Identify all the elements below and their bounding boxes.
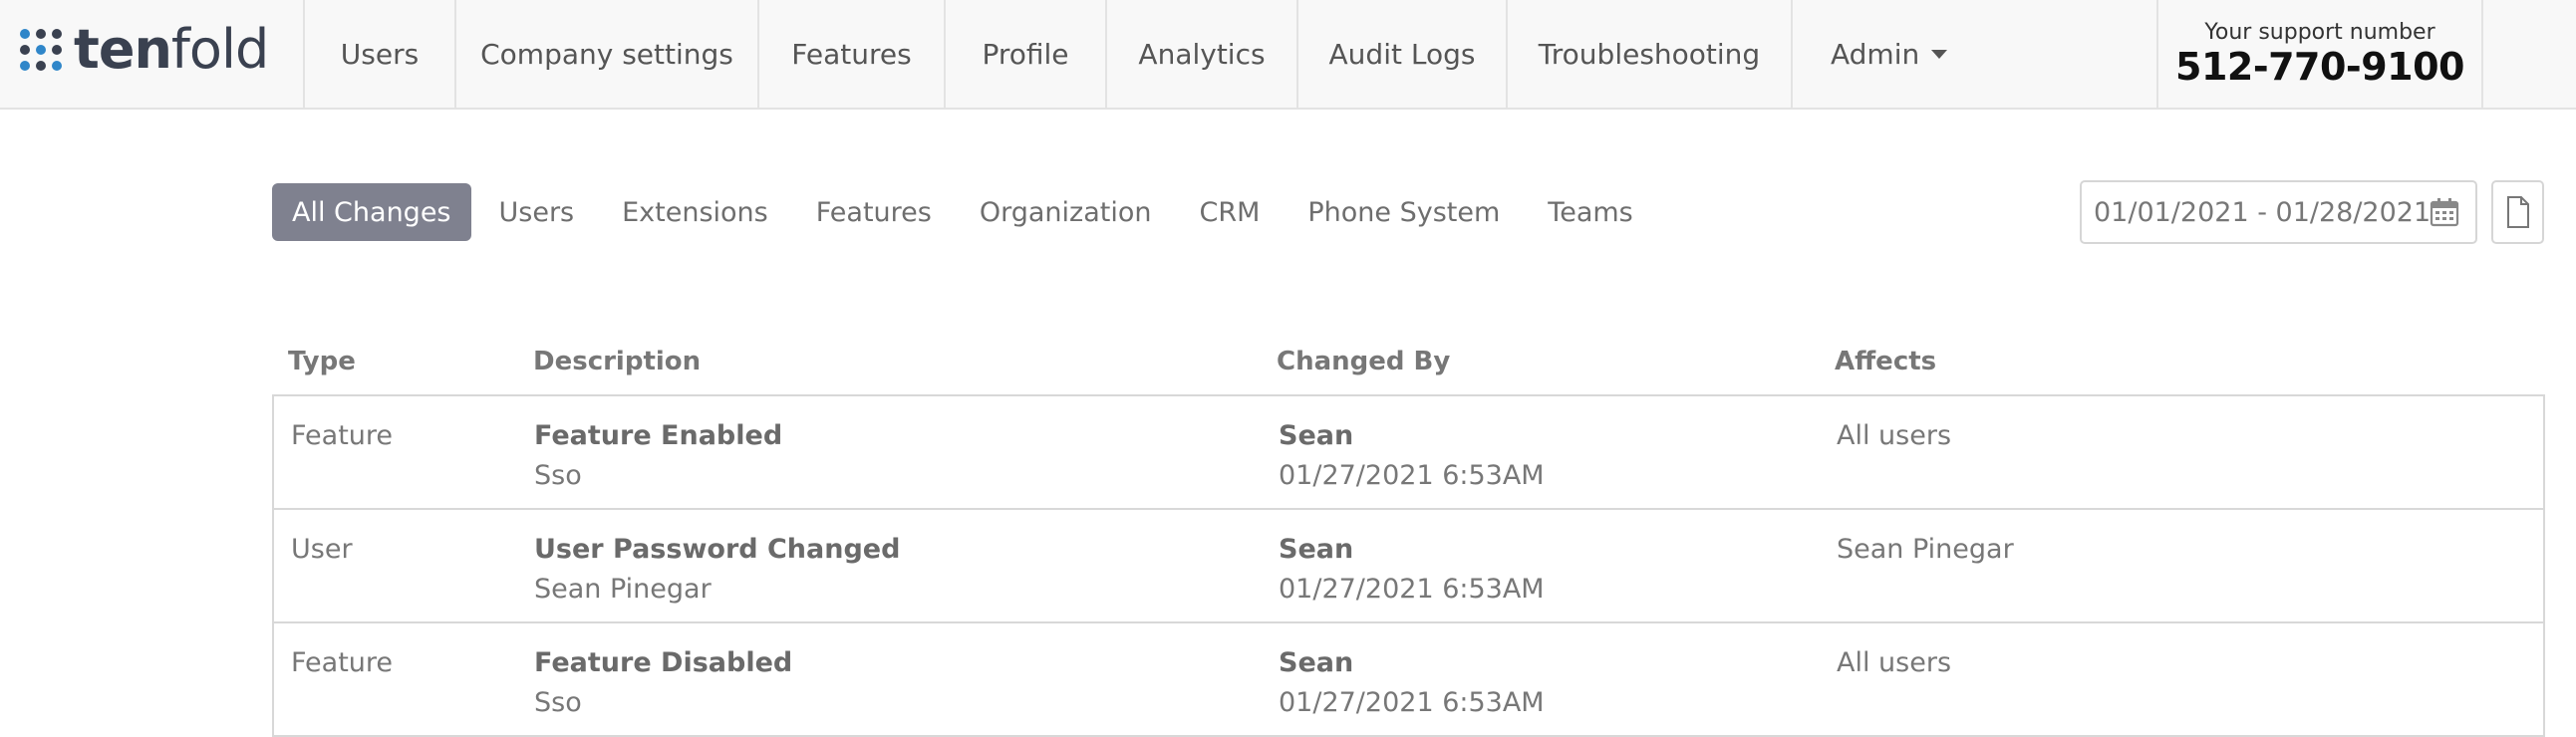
- nav-item-label: Analytics: [1138, 37, 1266, 71]
- cell-description: Feature Enabled Sso: [534, 416, 782, 496]
- tenfold-logo-icon: [20, 29, 62, 71]
- nav-item-troubleshooting[interactable]: Troubleshooting: [1506, 0, 1791, 108]
- change-title: User Password Changed: [534, 534, 901, 565]
- column-header-description[interactable]: Description: [533, 347, 701, 376]
- support-label: Your support number: [2204, 20, 2435, 45]
- cell-type: Feature: [291, 647, 394, 678]
- change-detail: Sean Pinegar: [534, 574, 712, 605]
- nav-item-label: Troubleshooting: [1538, 37, 1761, 71]
- cell-description: User Password Changed Sean Pinegar: [534, 530, 900, 610]
- logo-wordmark-bold: ten: [74, 18, 172, 81]
- column-header-affects[interactable]: Affects: [1835, 347, 1936, 376]
- caret-down-icon: [1931, 49, 1948, 59]
- export-button[interactable]: [2491, 180, 2544, 244]
- nav-item-label: Features: [791, 37, 912, 71]
- table-body: Feature Feature Enabled Sso Sean 01/27/2…: [272, 396, 2545, 737]
- audit-log-filter-tabs: All Changes Users Extensions Features Or…: [272, 183, 1661, 241]
- top-navbar: tenfold Users Company settings Features …: [0, 0, 2576, 110]
- date-range-value: 01/01/2021 - 01/28/2021: [2094, 196, 2432, 228]
- logo-wordmark: tenfold: [74, 22, 269, 78]
- cell-changed-by: Sean 01/27/2021 6:53AM: [1279, 643, 1545, 723]
- change-title: Feature Disabled: [534, 647, 793, 678]
- cell-affects: Sean Pinegar: [1837, 534, 2014, 565]
- audit-log-table: Type Description Changed By Affects Feat…: [272, 339, 2545, 737]
- changed-at: 01/27/2021 6:53AM: [1279, 687, 1545, 718]
- filter-tab-phone-system[interactable]: Phone System: [1288, 183, 1520, 241]
- support-number-panel: Your support number 512-770-9100: [2156, 0, 2483, 108]
- calendar-icon: [2430, 198, 2459, 227]
- changed-by-user: Sean: [1279, 420, 1354, 451]
- filter-tab-users[interactable]: Users: [479, 183, 595, 241]
- date-range-picker[interactable]: 01/01/2021 - 01/28/2021: [2080, 180, 2477, 244]
- nav-item-users[interactable]: Users: [303, 0, 454, 108]
- nav-item-label: Audit Logs: [1328, 37, 1476, 71]
- changed-at: 01/27/2021 6:53AM: [1279, 574, 1545, 605]
- main-nav: Users Company settings Features Profile …: [303, 0, 1992, 108]
- cell-type: Feature: [291, 420, 394, 451]
- support-phone-number: 512-770-9100: [2175, 45, 2464, 89]
- nav-item-label: Company settings: [480, 37, 733, 71]
- changed-by-user: Sean: [1279, 534, 1354, 565]
- column-header-type[interactable]: Type: [288, 347, 356, 376]
- filter-tab-teams[interactable]: Teams: [1528, 183, 1652, 241]
- cell-type: User: [291, 534, 353, 565]
- table-row[interactable]: Feature Feature Disabled Sso Sean 01/27/…: [274, 623, 2543, 737]
- logo-wordmark-light: fold: [170, 18, 269, 81]
- change-detail: Sso: [534, 687, 582, 718]
- change-detail: Sso: [534, 460, 582, 491]
- cell-affects: All users: [1837, 647, 1952, 678]
- filter-tab-all-changes[interactable]: All Changes: [272, 183, 471, 241]
- filter-tab-crm[interactable]: CRM: [1179, 183, 1280, 241]
- filter-tab-features[interactable]: Features: [796, 183, 952, 241]
- file-icon: [2506, 196, 2529, 228]
- nav-item-admin-dropdown[interactable]: Admin: [1791, 0, 1992, 108]
- nav-item-company-settings[interactable]: Company settings: [454, 0, 757, 108]
- nav-item-profile[interactable]: Profile: [944, 0, 1105, 108]
- cell-description: Feature Disabled Sso: [534, 643, 792, 723]
- nav-item-features[interactable]: Features: [757, 0, 944, 108]
- column-header-changed-by[interactable]: Changed By: [1277, 347, 1450, 376]
- changed-by-user: Sean: [1279, 647, 1354, 678]
- changed-at: 01/27/2021 6:53AM: [1279, 460, 1545, 491]
- nav-item-label: Admin: [1831, 37, 1920, 71]
- nav-item-label: Users: [340, 37, 420, 71]
- filter-tab-organization[interactable]: Organization: [960, 183, 1172, 241]
- cell-affects: All users: [1837, 420, 1952, 451]
- table-header-row: Type Description Changed By Affects: [272, 339, 2545, 396]
- tenfold-logo[interactable]: tenfold: [18, 22, 269, 78]
- table-row[interactable]: Feature Feature Enabled Sso Sean 01/27/2…: [274, 396, 2543, 510]
- table-row[interactable]: User User Password Changed Sean Pinegar …: [274, 510, 2543, 623]
- nav-item-label: Profile: [982, 37, 1069, 71]
- nav-item-analytics[interactable]: Analytics: [1105, 0, 1296, 108]
- change-title: Feature Enabled: [534, 420, 783, 451]
- nav-item-audit-logs[interactable]: Audit Logs: [1296, 0, 1506, 108]
- cell-changed-by: Sean 01/27/2021 6:53AM: [1279, 530, 1545, 610]
- cell-changed-by: Sean 01/27/2021 6:53AM: [1279, 416, 1545, 496]
- filter-tab-extensions[interactable]: Extensions: [602, 183, 788, 241]
